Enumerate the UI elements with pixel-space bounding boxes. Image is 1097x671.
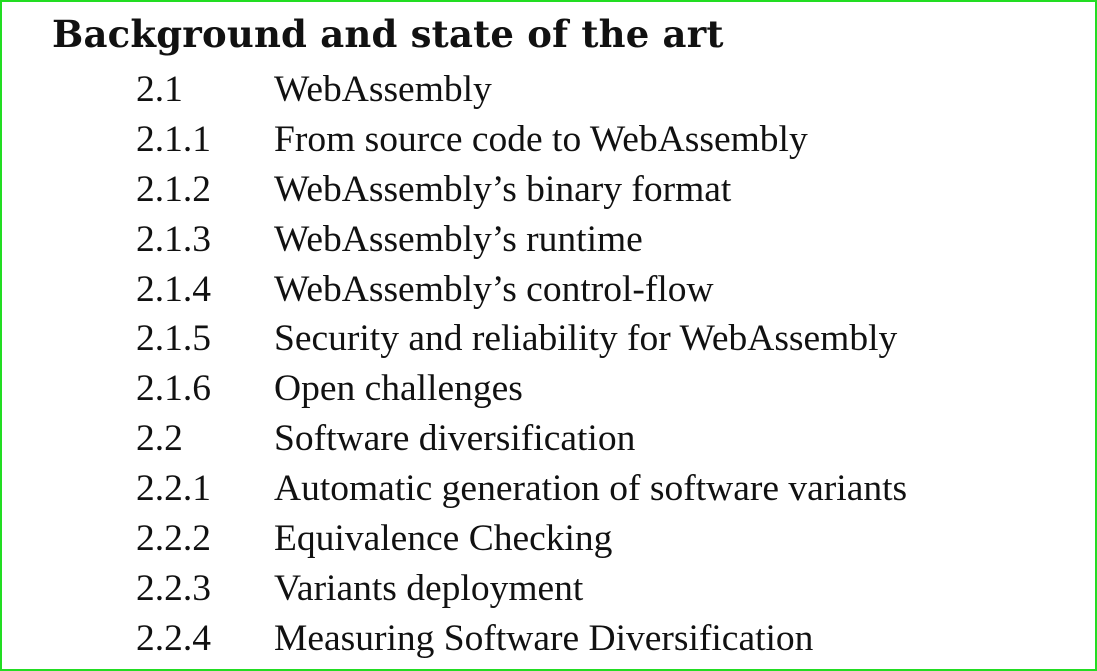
toc-entry-title: Equivalence Checking — [274, 518, 613, 560]
toc-entry-number: 2.1.6 — [136, 368, 211, 410]
toc-entry-title: WebAssembly’s runtime — [274, 218, 643, 260]
toc-entry-number: 2.2.2 — [136, 518, 211, 560]
toc-entry-number: 2.2.3 — [136, 567, 211, 609]
toc-entry-number: 2.1 — [136, 69, 183, 110]
toc-entry-title: Security and reliability for WebAssembly — [274, 318, 898, 360]
toc-entry-title: Open challenges — [274, 368, 523, 410]
toc-entry-number: 2.1.2 — [136, 168, 211, 210]
toc-entry-number: 2.2.4 — [136, 617, 211, 659]
toc-entry-number: 2.2.1 — [136, 468, 211, 510]
toc-entry-number: 2.1.5 — [136, 318, 211, 360]
toc-entry-title: Measuring Software Diversification — [274, 617, 814, 659]
toc-entry-title: WebAssembly’s control-flow — [274, 268, 714, 310]
section-heading: Background and state of the art — [52, 12, 724, 56]
toc-entry-title: WebAssembly — [274, 69, 492, 110]
toc-entry-title: Automatic generation of software variant… — [274, 468, 908, 510]
toc-entry-title: From source code to WebAssembly — [274, 118, 808, 160]
toc-entry-number: 2.2 — [136, 418, 183, 460]
toc-entry-title: Software diversification — [274, 418, 636, 460]
toc-entry-number: 2.1.3 — [136, 218, 211, 260]
toc-entry-number: 2.1.1 — [136, 118, 211, 160]
document-frame: Background and state of the art 2.1 WebA… — [0, 0, 1097, 671]
toc-entry-title: WebAssembly’s binary format — [274, 168, 732, 210]
toc-entry-title: Variants deployment — [274, 567, 584, 609]
toc-entry-number: 2.1.4 — [136, 268, 211, 310]
